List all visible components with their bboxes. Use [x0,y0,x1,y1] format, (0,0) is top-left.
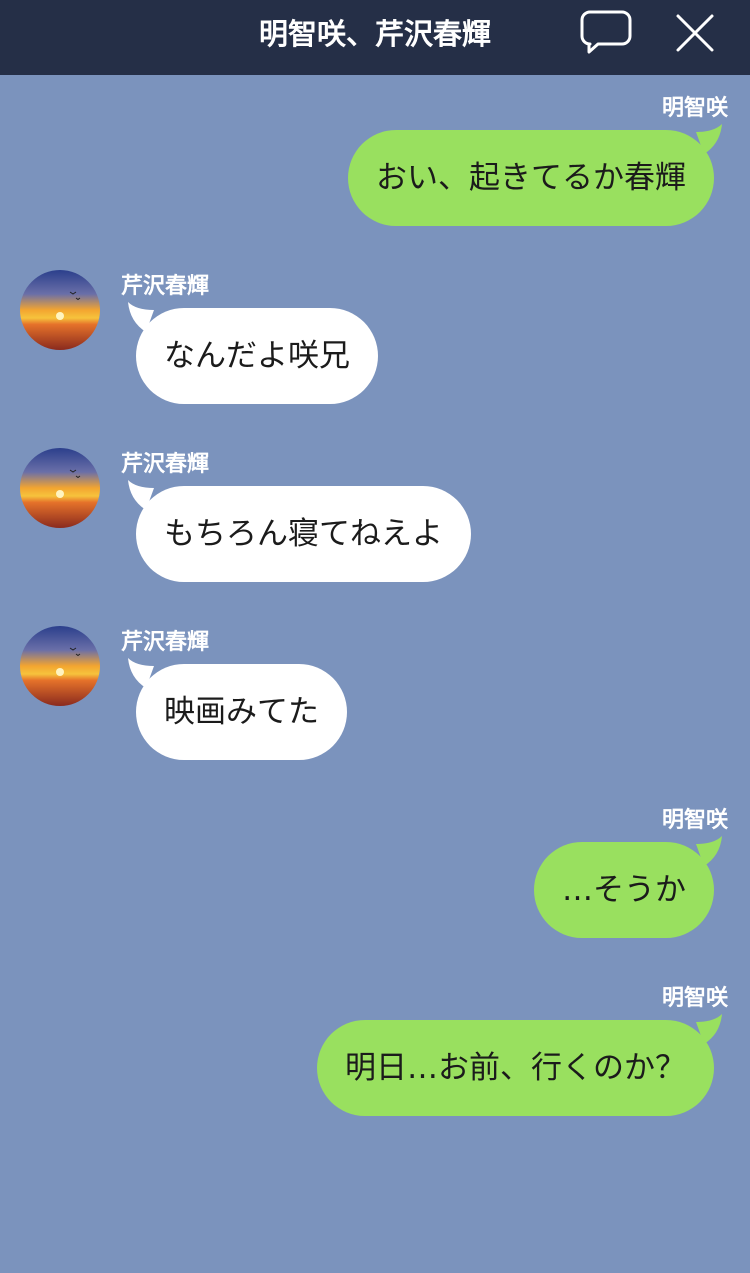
sender-name: 明智咲 [661,808,728,833]
close-icon[interactable] [672,10,718,56]
bubble-tail [128,480,154,510]
sender-name: 明智咲 [661,96,728,121]
message-bubble-outgoing[interactable]: …そうか [534,842,714,938]
sender-name: 芹沢春輝 [121,630,210,655]
chat-header: 明智咲、芹沢春輝 [0,0,750,75]
sender-name: 明智咲 [661,986,728,1011]
bubble-tail [696,836,722,866]
bubble-tail [696,124,722,154]
avatar[interactable] [20,448,100,528]
sender-name: 芹沢春輝 [121,274,210,299]
bubble-tail [128,658,154,688]
message-bubble-incoming[interactable]: もちろん寝てねえよ [136,486,471,582]
sender-name: 芹沢春輝 [121,452,210,477]
chat-title: 明智咲、芹沢春輝 [258,17,491,51]
message-bubble-outgoing[interactable]: 明日…お前、行くのか？ [317,1020,714,1116]
message-bubble-incoming[interactable]: 映画みてた [136,664,347,760]
avatar[interactable] [20,270,100,350]
speech-bubble-icon[interactable] [580,8,632,56]
message-bubble-incoming[interactable]: なんだよ咲兄 [136,308,378,404]
bubble-tail [696,1014,722,1044]
message-bubble-outgoing[interactable]: おい、起きてるか春輝 [348,130,714,226]
bubble-tail [128,302,154,332]
avatar[interactable] [20,626,100,706]
